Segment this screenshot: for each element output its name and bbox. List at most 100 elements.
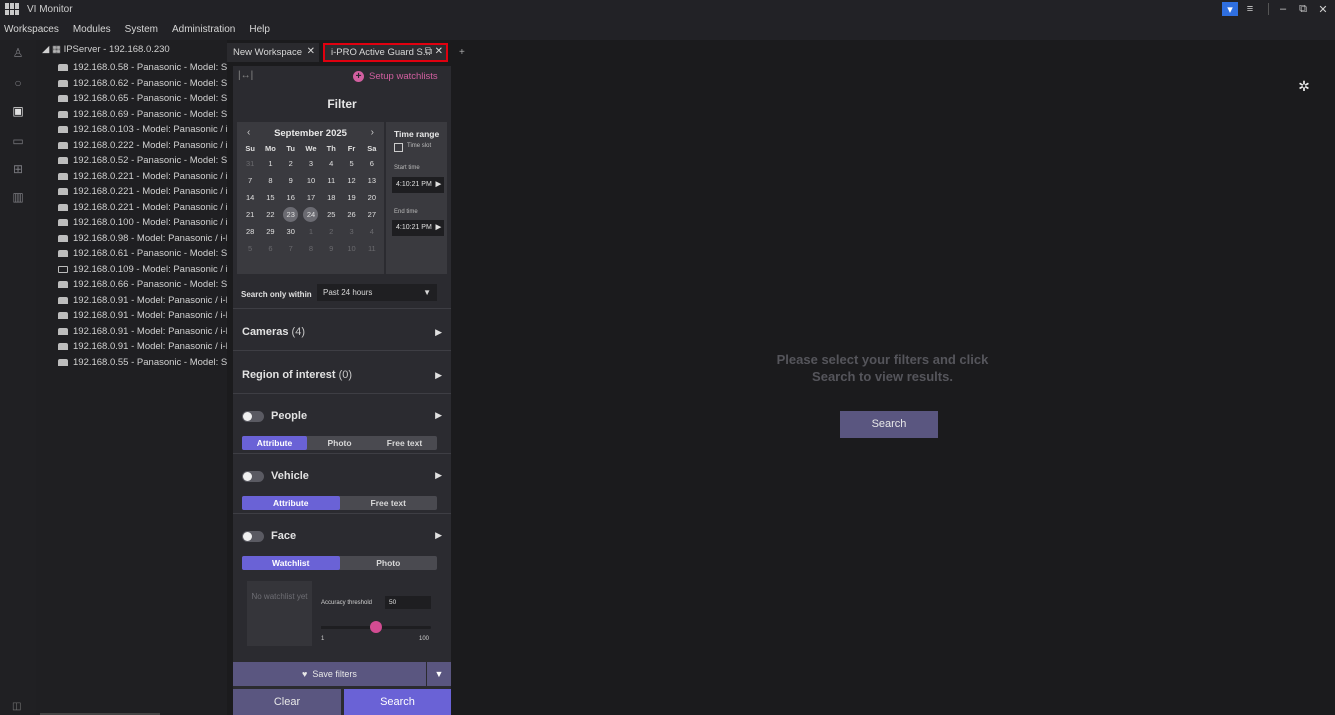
tree-device-item[interactable]: 192.168.0.91 - Model: Panasonic / i-PRO … bbox=[58, 293, 227, 309]
calendar-day[interactable]: 31 bbox=[240, 155, 260, 172]
calendar-day[interactable]: 14 bbox=[240, 189, 260, 206]
calendar-day[interactable]: 8 bbox=[301, 240, 321, 257]
calendar-day[interactable]: 9 bbox=[281, 172, 301, 189]
menu-modules[interactable]: Modules bbox=[73, 24, 111, 35]
search-within-select[interactable]: Past 24 hours ▼ bbox=[317, 284, 437, 301]
tree-device-item[interactable]: 192.168.0.52 - Panasonic - Model: S2136L bbox=[58, 153, 227, 169]
tree-device-item[interactable]: 192.168.0.98 - Model: Panasonic / i-PRO … bbox=[58, 231, 227, 247]
tree-device-item[interactable]: 192.168.0.91 - Model: Panasonic / i-PRO … bbox=[58, 324, 227, 340]
calendar-day[interactable]: 28 bbox=[240, 223, 260, 240]
calendar-day[interactable]: 10 bbox=[301, 172, 321, 189]
calendar-day[interactable]: 22 bbox=[260, 206, 280, 223]
chevron-right-icon[interactable]: ▶ bbox=[435, 370, 442, 381]
tree-device-item[interactable]: 192.168.0.221 - Model: Panasonic / i-PRO… bbox=[58, 169, 227, 185]
calendar-day[interactable]: 15 bbox=[260, 189, 280, 206]
region-section[interactable]: Region of interest (0) ▶ bbox=[233, 350, 451, 393]
calendar-day[interactable]: 23 bbox=[281, 206, 301, 223]
menu-system[interactable]: System bbox=[125, 24, 158, 35]
tree-device-item[interactable]: 192.168.0.222 - Model: Panasonic / i-PRO… bbox=[58, 138, 227, 154]
search-button[interactable]: Search bbox=[840, 411, 938, 438]
user-icon[interactable]: ♙ bbox=[11, 46, 25, 60]
tab-new-workspace[interactable]: New Workspace ✕ bbox=[227, 43, 319, 62]
menu-administration[interactable]: Administration bbox=[172, 24, 235, 35]
tree-device-item[interactable]: 192.168.0.103 - Model: Panasonic / i-PRO… bbox=[58, 122, 227, 138]
people-tab-attribute[interactable]: Attribute bbox=[242, 436, 307, 450]
panel-toggle-icon[interactable]: ◫ bbox=[12, 701, 21, 712]
calendar-day[interactable]: 1 bbox=[301, 223, 321, 240]
close-icon[interactable]: ✕ bbox=[307, 46, 315, 57]
calendar-day[interactable]: 6 bbox=[362, 155, 382, 172]
save-filters-button[interactable]: ♥ Save filters bbox=[233, 662, 426, 686]
time-slot-checkbox[interactable] bbox=[394, 143, 403, 152]
tree-device-item[interactable]: 192.168.0.55 - Panasonic - Model: S2136L bbox=[58, 355, 227, 371]
server-node[interactable]: ◢ ▦ IPServer - 192.168.0.230 bbox=[42, 44, 170, 55]
calendar-day[interactable]: 3 bbox=[301, 155, 321, 172]
restore-button[interactable]: ⧉ bbox=[1295, 2, 1311, 16]
people-toggle[interactable] bbox=[242, 411, 264, 422]
close-icon[interactable]: ✕ bbox=[435, 46, 443, 57]
face-tab-photo[interactable]: Photo bbox=[340, 556, 438, 570]
calendar-day[interactable]: 30 bbox=[281, 223, 301, 240]
vehicle-tab-free-text[interactable]: Free text bbox=[340, 496, 438, 510]
calendar-day[interactable]: 10 bbox=[341, 240, 361, 257]
people-tab-photo[interactable]: Photo bbox=[307, 436, 372, 450]
close-window-button[interactable]: ✕ bbox=[1315, 2, 1331, 16]
tree-device-item[interactable]: 192.168.0.65 - Panasonic - Model: S2136L bbox=[58, 91, 227, 107]
minimize-button[interactable]: – bbox=[1275, 2, 1291, 16]
tree-device-item[interactable]: 192.168.0.66 - Panasonic - Model: S1135V bbox=[58, 277, 227, 293]
calendar-day[interactable]: 25 bbox=[321, 206, 341, 223]
accuracy-slider[interactable] bbox=[321, 621, 431, 633]
next-month-icon[interactable]: › bbox=[371, 127, 374, 138]
calendar-day[interactable]: 13 bbox=[362, 172, 382, 189]
calendar-day[interactable]: 27 bbox=[362, 206, 382, 223]
chevron-right-icon[interactable]: ▶ bbox=[435, 530, 442, 541]
slider-handle[interactable] bbox=[370, 621, 382, 633]
play-icon[interactable]: ▶ bbox=[436, 177, 441, 193]
people-tab-free-text[interactable]: Free text bbox=[372, 436, 437, 450]
filter-search-button[interactable]: Search bbox=[344, 689, 451, 715]
calendar-day[interactable]: 26 bbox=[341, 206, 361, 223]
calendar-day[interactable]: 2 bbox=[281, 155, 301, 172]
calendar-day[interactable]: 29 bbox=[260, 223, 280, 240]
setup-watchlists-link[interactable]: + Setup watchlists bbox=[353, 71, 438, 82]
layout-icon[interactable]: ⊞ bbox=[11, 162, 25, 176]
calendar-day[interactable]: 1 bbox=[260, 155, 280, 172]
calendar-day[interactable]: 6 bbox=[260, 240, 280, 257]
calendar-day[interactable]: 16 bbox=[281, 189, 301, 206]
end-time-field[interactable]: 4:10:21 PM ▶ bbox=[392, 220, 444, 236]
tab-active-guard[interactable]: i-PRO Active Guard S... ⧉ ✕ bbox=[323, 43, 448, 62]
calendar-day[interactable]: 9 bbox=[321, 240, 341, 257]
popout-icon[interactable]: ⧉ bbox=[425, 46, 432, 57]
calendar-day[interactable]: 21 bbox=[240, 206, 260, 223]
face-tab-watchlist[interactable]: Watchlist bbox=[242, 556, 340, 570]
calendar-day[interactable]: 11 bbox=[321, 172, 341, 189]
tree-device-item[interactable]: 192.168.0.221 - Model: Panasonic / i-PRO… bbox=[58, 200, 227, 216]
calendar-day[interactable]: 5 bbox=[341, 155, 361, 172]
calendar-day[interactable]: 4 bbox=[321, 155, 341, 172]
calendar-day[interactable]: 12 bbox=[341, 172, 361, 189]
storage-icon[interactable]: ▣ bbox=[11, 104, 25, 118]
tree-device-item[interactable]: 192.168.0.58 - Panasonic - Model: S1135V bbox=[58, 60, 227, 76]
search-icon[interactable]: ○ bbox=[11, 76, 25, 90]
vehicle-tab-attribute[interactable]: Attribute bbox=[242, 496, 340, 510]
face-toggle[interactable] bbox=[242, 531, 264, 542]
tree-device-item[interactable]: 192.168.0.109 - Model: Panasonic / i-PRO… bbox=[58, 262, 227, 278]
calendar-day[interactable]: 7 bbox=[240, 172, 260, 189]
filter-window-button[interactable]: ▾ bbox=[1222, 2, 1238, 16]
calendar-day[interactable]: 3 bbox=[341, 223, 361, 240]
calendar-day[interactable]: 7 bbox=[281, 240, 301, 257]
collapse-panel-icon[interactable]: |↔| bbox=[238, 70, 253, 81]
calendar-day[interactable]: 8 bbox=[260, 172, 280, 189]
add-tab-button[interactable]: + bbox=[453, 43, 465, 62]
tree-device-item[interactable]: 192.168.0.91 - Model: Panasonic / i-PRO … bbox=[58, 339, 227, 355]
accuracy-threshold-input[interactable]: 50 bbox=[385, 596, 431, 609]
save-filters-dropdown[interactable]: ▼ bbox=[427, 662, 451, 686]
calendar-day[interactable]: 2 bbox=[321, 223, 341, 240]
vehicle-toggle[interactable] bbox=[242, 471, 264, 482]
tree-device-item[interactable]: 192.168.0.61 - Panasonic - Model: S2136L bbox=[58, 246, 227, 262]
chevron-right-icon[interactable]: ▶ bbox=[435, 410, 442, 421]
tree-device-item[interactable]: 192.168.0.62 - Panasonic - Model: S2136L bbox=[58, 76, 227, 92]
calendar-day[interactable]: 4 bbox=[362, 223, 382, 240]
gear-icon[interactable]: ✲ bbox=[1297, 79, 1311, 93]
play-icon[interactable]: ▶ bbox=[436, 220, 441, 236]
